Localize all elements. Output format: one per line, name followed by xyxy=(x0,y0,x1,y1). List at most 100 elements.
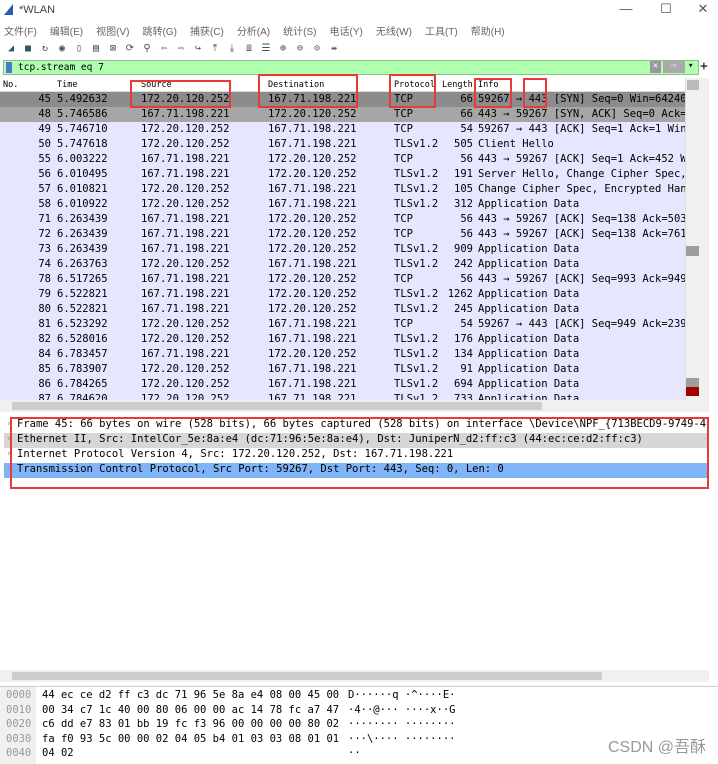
menu-item[interactable]: 帮助(H) xyxy=(471,23,505,38)
filter-input[interactable]: tcp.stream eq 7 xyxy=(18,62,104,73)
cell-destination: 167.71.198.221 xyxy=(268,258,357,270)
cell-time: 6.522821 xyxy=(57,303,108,315)
autoscroll-icon[interactable]: ≣ xyxy=(242,42,256,55)
cell-no: 73 xyxy=(38,243,51,255)
first-icon[interactable]: ⤒ xyxy=(208,42,222,55)
packet-row[interactable]: 48 5.746586 167.71.198.221 172.20.120.252 TC… xyxy=(0,107,685,122)
menu-item[interactable]: 无线(W) xyxy=(376,23,412,38)
apply-filter-button[interactable]: ⇨ xyxy=(663,61,685,73)
open-icon[interactable]: ▯ xyxy=(72,42,86,55)
add-filter-button[interactable]: + xyxy=(700,59,708,74)
close-button[interactable]: ✕ xyxy=(688,1,718,19)
save-icon[interactable]: ▤ xyxy=(89,42,103,55)
options-icon[interactable]: ◉ xyxy=(55,42,69,55)
packet-row[interactable]: 81 6.523292 172.20.120.252 167.71.198.221 TC… xyxy=(0,317,685,332)
cell-destination: 172.20.120.252 xyxy=(268,108,357,120)
packet-row[interactable]: 56 6.010495 167.71.198.221 172.20.120.252 TL… xyxy=(0,167,685,182)
packet-row[interactable]: 73 6.263439 167.71.198.221 172.20.120.252 TL… xyxy=(0,242,685,257)
cell-no: 80 xyxy=(38,303,51,315)
packet-row[interactable]: 71 6.263439 167.71.198.221 172.20.120.252 TC… xyxy=(0,212,685,227)
hex-bytes[interactable]: c6 dd e7 83 01 bb 19 fc f3 96 00 00 00 0… xyxy=(42,718,339,730)
cell-time: 6.783907 xyxy=(57,363,108,375)
cell-source: 172.20.120.252 xyxy=(141,333,230,345)
column-length[interactable]: Length xyxy=(442,80,473,90)
find-icon[interactable]: ⚲ xyxy=(140,42,154,55)
zoom-out-icon[interactable]: ⊖ xyxy=(293,42,307,55)
hex-ascii[interactable]: D······q ·^····E· xyxy=(348,689,455,701)
hex-ascii[interactable]: ···\···· ········ xyxy=(348,733,455,745)
packet-row[interactable]: 72 6.263439 167.71.198.221 172.20.120.252 TC… xyxy=(0,227,685,242)
hex-bytes[interactable]: 44 ec ce d2 ff c3 dc 71 96 5e 8a e4 08 0… xyxy=(42,689,339,701)
reload-icon[interactable]: ⟳ xyxy=(123,42,137,55)
scroll-thumb[interactable] xyxy=(12,402,542,410)
restart-icon[interactable]: ↻ xyxy=(38,42,52,55)
menu-item[interactable]: 文件(F) xyxy=(4,23,37,38)
cell-no: 86 xyxy=(38,378,51,390)
cell-source: 172.20.120.252 xyxy=(141,258,230,270)
hex-ascii[interactable]: ········ ········ xyxy=(348,718,455,730)
menu-item[interactable]: 跳转(G) xyxy=(142,23,176,38)
packet-row[interactable]: 74 6.263763 172.20.120.252 167.71.198.221 TL… xyxy=(0,257,685,272)
menu-item[interactable]: 工具(T) xyxy=(425,23,458,38)
column-no[interactable]: No. xyxy=(3,80,18,90)
last-icon[interactable]: ⤓ xyxy=(225,42,239,55)
packet-row[interactable]: 87 6.784620 172.20.120.252 167.71.198.221 TL… xyxy=(0,392,685,400)
menu-item[interactable]: 电话(Y) xyxy=(330,23,363,38)
hex-ascii[interactable]: ·4··@··· ····x··G xyxy=(348,704,455,716)
highlight-details xyxy=(10,417,709,489)
watermark: CSDN @吾酥 xyxy=(607,739,706,756)
filter-dropdown[interactable]: ▾ xyxy=(688,61,693,71)
resize-columns-icon[interactable]: ⇹ xyxy=(327,42,341,55)
cell-no: 55 xyxy=(38,153,51,165)
scroll-thumb[interactable] xyxy=(12,672,602,680)
goto-icon[interactable]: ↪ xyxy=(191,42,205,55)
packet-row[interactable]: 80 6.522821 167.71.198.221 172.20.120.252 TL… xyxy=(0,302,685,317)
packet-row[interactable]: 85 6.783907 172.20.120.252 167.71.198.221 TL… xyxy=(0,362,685,377)
packet-list-scrollbar[interactable] xyxy=(685,78,709,400)
forward-icon[interactable]: ⇨ xyxy=(174,42,188,55)
packet-row[interactable]: 55 6.003222 167.71.198.221 172.20.120.252 TC… xyxy=(0,152,685,167)
packet-row[interactable]: 50 5.747618 172.20.120.252 167.71.198.221 TL… xyxy=(0,137,685,152)
shark-fin-start-icon[interactable]: ◢ xyxy=(4,42,18,55)
minimap-mark xyxy=(686,378,699,387)
packet-row[interactable]: 79 6.522821 167.71.198.221 172.20.120.252 TL… xyxy=(0,287,685,302)
display-filter-bar[interactable]: tcp.stream eq 7 ✕ ⇨ ▾ xyxy=(3,60,699,75)
packet-row[interactable]: 78 6.517265 167.71.198.221 172.20.120.252 TC… xyxy=(0,272,685,287)
packet-row[interactable]: 58 6.010922 172.20.120.252 167.71.198.221 TL… xyxy=(0,197,685,212)
hex-bytes[interactable]: fa f0 93 5c 00 00 02 04 05 b4 01 03 03 0… xyxy=(42,733,339,745)
hex-row: 0000 44 ec ce d2 ff c3 dc 71 96 5e 8a e4 … xyxy=(0,688,718,703)
menu-item[interactable]: 分析(A) xyxy=(237,23,270,38)
colorize-icon[interactable]: ☰ xyxy=(259,42,273,55)
cell-destination: 167.71.198.221 xyxy=(268,333,357,345)
cell-source: 167.71.198.221 xyxy=(141,168,230,180)
scroll-thumb[interactable] xyxy=(687,80,699,90)
cell-source: 167.71.198.221 xyxy=(141,153,230,165)
menu-item[interactable]: 统计(S) xyxy=(283,23,316,38)
packet-row[interactable]: 82 6.528016 172.20.120.252 167.71.198.221 TL… xyxy=(0,332,685,347)
zoom-reset-icon[interactable]: ⊙ xyxy=(310,42,324,55)
minimize-button[interactable]: — xyxy=(611,1,641,19)
cell-time: 6.263439 xyxy=(57,213,108,225)
hex-row: 0020 c6 dd e7 83 01 bb 19 fc f3 96 00 00 … xyxy=(0,717,718,732)
menu-item[interactable]: 视图(V) xyxy=(96,23,129,38)
packet-list-hscrollbar[interactable] xyxy=(0,400,709,412)
menu-item[interactable]: 编辑(E) xyxy=(50,23,83,38)
stop-icon[interactable]: ■ xyxy=(21,42,35,55)
details-hscrollbar[interactable] xyxy=(0,670,709,682)
cell-source: 167.71.198.221 xyxy=(141,273,230,285)
hex-ascii[interactable]: ·· xyxy=(348,747,361,759)
packet-row[interactable]: 57 6.010821 172.20.120.252 167.71.198.221 TL… xyxy=(0,182,685,197)
packet-row[interactable]: 86 6.784265 172.20.120.252 167.71.198.221 TL… xyxy=(0,377,685,392)
hex-bytes[interactable]: 00 34 c7 1c 40 00 80 06 00 00 ac 14 78 f… xyxy=(42,704,339,716)
packet-row[interactable]: 49 5.746710 172.20.120.252 167.71.198.221 TC… xyxy=(0,122,685,137)
hex-bytes[interactable]: 04 02 xyxy=(42,747,74,759)
menu-item[interactable]: 捕获(C) xyxy=(190,23,224,38)
zoom-in-icon[interactable]: ⊕ xyxy=(276,42,290,55)
maximize-button[interactable]: ☐ xyxy=(651,1,681,19)
column-time[interactable]: Time xyxy=(57,80,77,90)
back-icon[interactable]: ⇦ xyxy=(157,42,171,55)
packet-row[interactable]: 84 6.783457 167.71.198.221 172.20.120.252 TL… xyxy=(0,347,685,362)
clear-filter-button[interactable]: ✕ xyxy=(650,61,661,73)
bookmark-icon[interactable] xyxy=(6,62,12,73)
close-icon[interactable]: ⊠ xyxy=(106,42,120,55)
